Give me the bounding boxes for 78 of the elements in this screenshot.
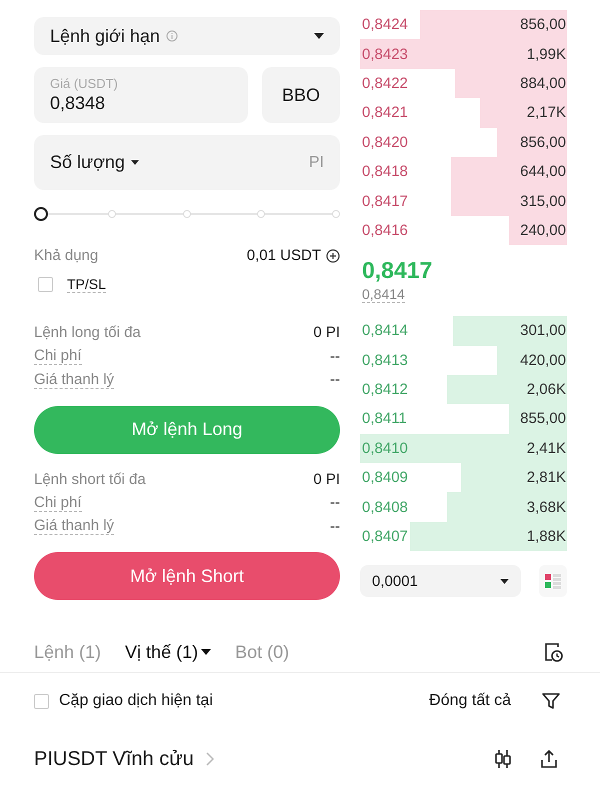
info-label: Giá thanh lý bbox=[34, 517, 114, 536]
info-label: Chi phí bbox=[34, 347, 82, 366]
order-book-layout-icon bbox=[544, 572, 562, 590]
tick-size-dropdown[interactable]: 0,0001 bbox=[360, 565, 521, 598]
bid-price: 0,8414 bbox=[361, 322, 409, 340]
available-value: 0,01 USDT bbox=[246, 247, 321, 264]
available-label: Khả dụng bbox=[34, 247, 98, 264]
ask-price: 0,8418 bbox=[361, 163, 409, 180]
layout-button[interactable] bbox=[539, 565, 567, 598]
ask-price: 0,8416 bbox=[361, 222, 409, 239]
ask-price: 0,8424 bbox=[361, 16, 409, 34]
quantity-field[interactable]: Số lượng PI bbox=[34, 135, 340, 190]
bid-amount: 2,81K bbox=[526, 469, 567, 486]
bid-amount: 855,00 bbox=[519, 410, 567, 428]
info-value: -- bbox=[330, 494, 340, 512]
ask-price: 0,8421 bbox=[361, 104, 409, 122]
tpsl-label: TP/SL bbox=[67, 276, 106, 293]
current-pair-label: Cặp giao dịch hiện tại bbox=[59, 692, 213, 710]
info-value: 0 PI bbox=[313, 324, 340, 342]
caret-icon bbox=[130, 160, 139, 165]
ask-amount: 856,00 bbox=[519, 16, 567, 34]
bid-amount: 2,41K bbox=[526, 440, 567, 457]
share-icon[interactable] bbox=[538, 748, 560, 770]
ask-price: 0,8422 bbox=[361, 74, 409, 92]
mark-price: 0,8414 bbox=[362, 286, 405, 304]
candlestick-icon[interactable] bbox=[492, 748, 514, 770]
bbo-button[interactable]: BBO bbox=[262, 67, 340, 123]
bid-amount: 1,88K bbox=[526, 528, 567, 546]
chevron-right-icon[interactable] bbox=[206, 752, 214, 766]
ask-amount: 884,00 bbox=[519, 74, 567, 92]
current-pair-checkbox[interactable] bbox=[34, 694, 49, 708]
slider-stop[interactable] bbox=[332, 210, 340, 218]
bid-price: 0,8407 bbox=[361, 528, 409, 546]
bid-price: 0,8411 bbox=[361, 410, 408, 428]
tab[interactable]: Vị thế (1) bbox=[125, 642, 212, 662]
bid-price: 0,8409 bbox=[361, 469, 409, 486]
bid-amount: 301,00 bbox=[519, 322, 567, 340]
info-value: -- bbox=[330, 518, 340, 535]
position-symbol[interactable]: PIUSDT Vĩnh cửu bbox=[34, 748, 194, 770]
ask-amount: 240,00 bbox=[519, 222, 567, 239]
add-icon[interactable] bbox=[326, 248, 340, 262]
price-field[interactable]: Giá (USDT) 0,8348 bbox=[34, 67, 248, 123]
slider-stop[interactable] bbox=[182, 210, 190, 218]
ask-price: 0,8417 bbox=[361, 192, 409, 210]
bid-price: 0,8413 bbox=[361, 352, 409, 369]
ask-amount: 644,00 bbox=[519, 163, 567, 180]
close-all-link[interactable]: Đóng tất cả bbox=[429, 692, 511, 710]
bid-price: 0,8410 bbox=[361, 440, 409, 457]
bid-price: 0,8412 bbox=[361, 381, 409, 398]
info-value: 0 PI bbox=[313, 470, 340, 488]
last-price: 0,8417 bbox=[361, 257, 434, 284]
info-label: Lệnh short tối đa bbox=[34, 470, 146, 488]
info-value: -- bbox=[330, 348, 340, 365]
bid-amount: 420,00 bbox=[519, 352, 567, 369]
ask-amount: 315,00 bbox=[519, 192, 567, 210]
ask-price: 0,8423 bbox=[361, 46, 409, 63]
info-value: -- bbox=[330, 371, 340, 388]
ask-amount: 2,17K bbox=[526, 104, 567, 122]
info-label: Giá thanh lý bbox=[34, 370, 114, 389]
open-short-button[interactable]: Mở lệnh Short bbox=[34, 552, 340, 600]
filter-icon[interactable] bbox=[541, 691, 561, 711]
slider-stop[interactable] bbox=[257, 210, 266, 218]
tpsl-checkbox[interactable] bbox=[38, 277, 53, 292]
caret-icon bbox=[500, 578, 509, 584]
caret-icon bbox=[314, 33, 324, 39]
bid-amount: 3,68K bbox=[526, 498, 567, 516]
info-label: Chi phí bbox=[34, 494, 82, 512]
order-type-dropdown[interactable]: Lệnh giới hạn bbox=[34, 17, 340, 55]
bid-price: 0,8408 bbox=[361, 498, 409, 516]
info-label: Lệnh long tối đa bbox=[34, 324, 141, 342]
ask-amount: 856,00 bbox=[519, 134, 567, 151]
slider-stop[interactable] bbox=[108, 210, 116, 218]
quantity-unit-dropdown[interactable]: Số lượng bbox=[50, 152, 125, 173]
bid-amount: 2,06K bbox=[526, 381, 567, 398]
history-icon[interactable] bbox=[542, 641, 564, 663]
slider-thumb[interactable] bbox=[34, 207, 48, 221]
ask-price: 0,8420 bbox=[361, 134, 409, 151]
ask-amount: 1,99K bbox=[526, 46, 567, 63]
